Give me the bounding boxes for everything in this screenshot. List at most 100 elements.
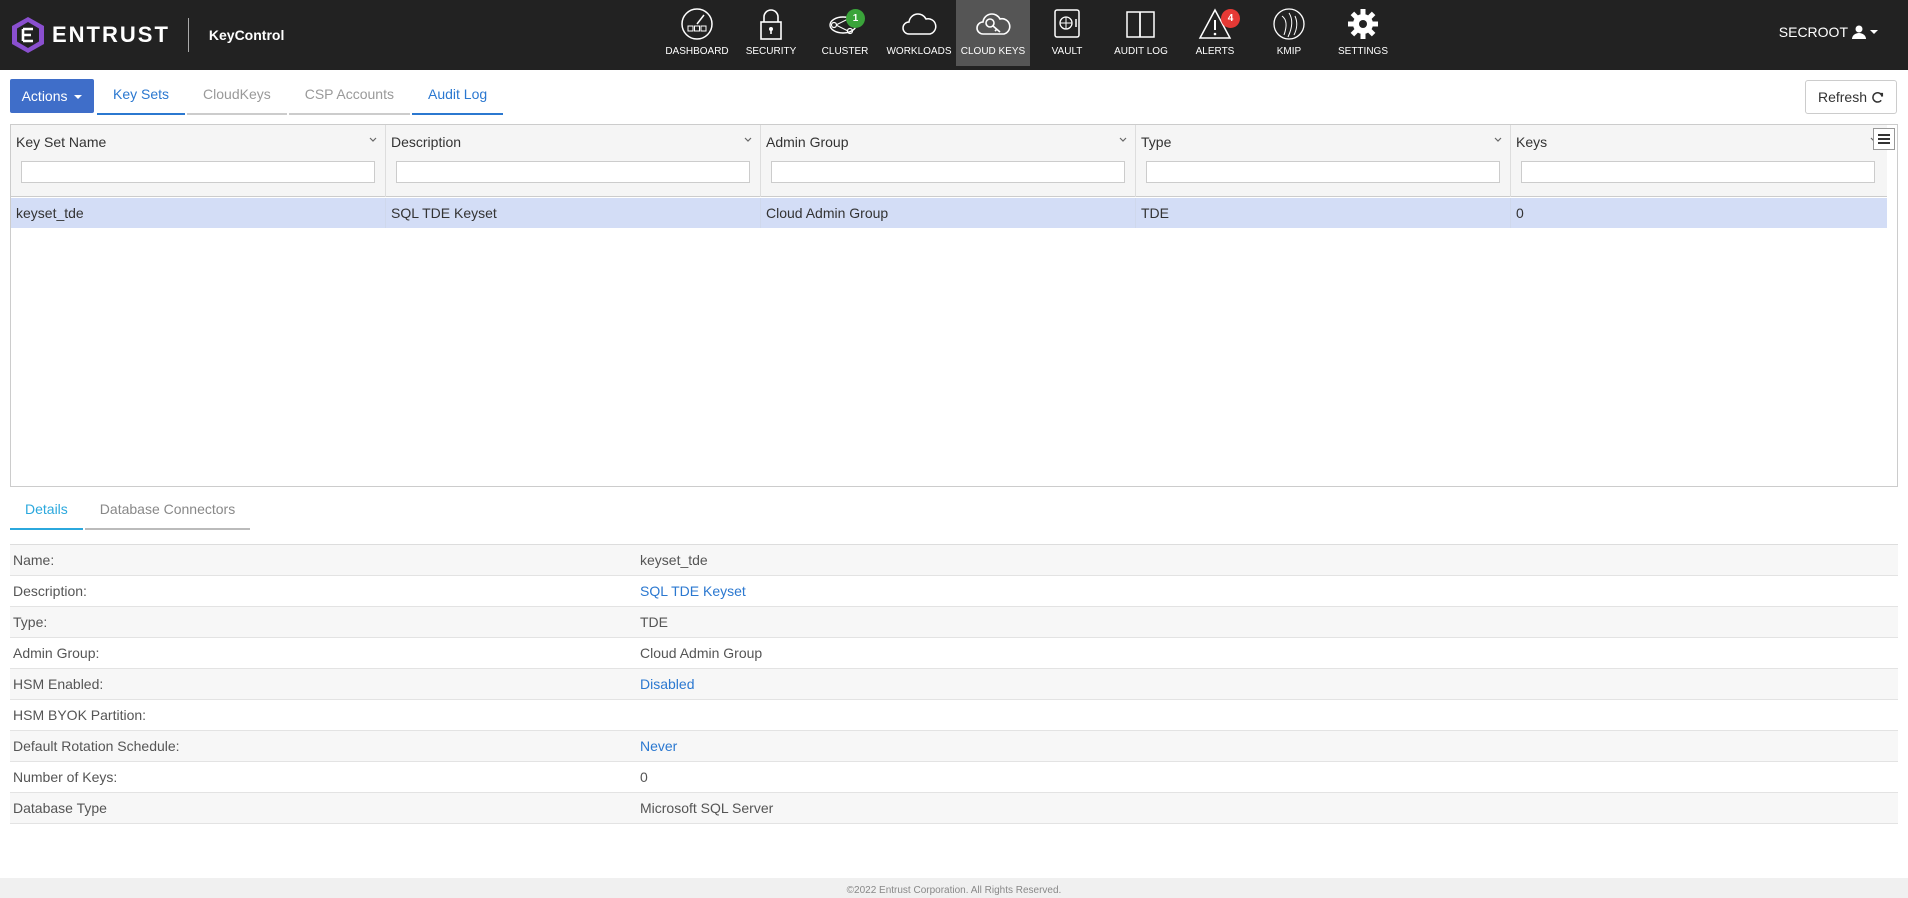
caret-down-icon (1870, 30, 1878, 34)
entrust-logo-icon (12, 17, 44, 53)
chevron-down-icon[interactable] (369, 136, 377, 144)
column-key-set-name[interactable]: Key Set Name (11, 125, 386, 197)
nav-label-security: SECURITY (745, 46, 797, 57)
filter-keys[interactable] (1521, 161, 1875, 183)
footer: ©2022 Entrust Corporation. All Rights Re… (0, 878, 1908, 898)
grid-header: Key Set Name Description Admin Group Typ… (11, 125, 1887, 197)
nav-security[interactable]: SECURITY (734, 0, 808, 66)
column-title: Key Set Name (16, 134, 107, 150)
hsm-enabled-link[interactable]: Disabled (640, 676, 694, 692)
chevron-down-icon[interactable] (1494, 136, 1502, 144)
cluster-badge: 1 (846, 9, 865, 28)
nav-cluster[interactable]: 1 CLUSTER (808, 0, 882, 66)
brand-name: ENTRUST (52, 22, 170, 47)
detail-value: TDE (640, 614, 668, 630)
table-cell: keyset_tde (11, 198, 386, 228)
detail-label: Name: (13, 552, 55, 568)
nav-settings[interactable]: SETTINGS (1326, 0, 1400, 66)
gear-icon (1348, 9, 1378, 39)
tab-details[interactable]: Details (10, 495, 83, 530)
tab-database-connectors[interactable]: Database Connectors (84, 495, 251, 530)
nav-workloads[interactable]: WORKLOADS (882, 0, 956, 66)
refresh-label: Refresh (1817, 89, 1868, 105)
chevron-down-icon[interactable] (1119, 136, 1127, 144)
grid-menu-icon[interactable] (1873, 128, 1895, 150)
detail-row-hsm-enabled: HSM Enabled: Disabled (10, 669, 1898, 700)
nav-label-dashboard: DASHBOARD (665, 46, 729, 57)
nav-kmip[interactable]: KMIP (1252, 0, 1326, 66)
detail-row-admin-group: Admin Group: Cloud Admin Group (10, 638, 1898, 669)
nav-cloud-keys[interactable]: CLOUD KEYS (956, 0, 1030, 66)
filter-type[interactable] (1146, 161, 1500, 183)
brand-divider (187, 18, 189, 52)
top-navigation-bar: ENTRUST KeyControl DASHBOARD SECURITY 1 … (0, 0, 1908, 70)
nav-audit-log[interactable]: AUDIT LOG (1104, 0, 1178, 66)
section-tabs: Key Sets CloudKeys CSP Accounts Audit Lo… (97, 78, 505, 115)
chevron-down-icon[interactable] (744, 136, 752, 144)
refresh-button[interactable]: Refresh (1805, 80, 1897, 114)
filter-admin-group[interactable] (771, 161, 1125, 183)
nav-label-workloads: WORKLOADS (886, 46, 952, 57)
detail-row-type: Type: TDE (10, 607, 1898, 638)
refresh-icon (1872, 91, 1884, 103)
tab-key-sets[interactable]: Key Sets (97, 78, 186, 115)
filter-key-set-name[interactable] (21, 161, 375, 183)
tab-audit-log[interactable]: Audit Log (411, 78, 504, 115)
detail-row-database-type: Database Type Microsoft SQL Server (10, 793, 1898, 824)
user-menu[interactable]: SECROOT (1779, 24, 1878, 40)
nav-label-settings: SETTINGS (1337, 46, 1388, 57)
detail-value: Microsoft SQL Server (640, 800, 774, 816)
description-link[interactable]: SQL TDE Keyset (640, 583, 746, 599)
column-title: Admin Group (766, 134, 849, 150)
detail-label: Admin Group: (13, 645, 100, 661)
detail-value: keyset_tde (640, 552, 708, 568)
lock-icon (760, 9, 782, 40)
cloud-icon (902, 13, 937, 35)
actions-button[interactable]: Actions (10, 79, 94, 113)
rotation-schedule-link[interactable]: Never (640, 738, 677, 754)
nav-dashboard[interactable]: DASHBOARD (660, 0, 734, 66)
nav-label-audit-log: AUDIT LOG (1114, 46, 1168, 57)
main-nav: DASHBOARD SECURITY 1 CLUSTER WORKLOADS C… (660, 0, 1400, 66)
detail-value: 0 (640, 769, 648, 785)
copyright-text: ©2022 Entrust Corporation. All Rights Re… (846, 885, 1062, 896)
cloud-key-icon (976, 13, 1011, 35)
nav-label-alerts: ALERTS (1195, 46, 1235, 57)
actions-label: Actions (21, 88, 68, 104)
nav-label-kmip: KMIP (1276, 46, 1302, 57)
detail-label: Type: (13, 614, 48, 630)
detail-label: Number of Keys: (13, 769, 118, 785)
nav-alerts[interactable]: 4 ALERTS (1178, 0, 1252, 66)
table-cell: SQL TDE Keyset (386, 198, 761, 228)
detail-value: Cloud Admin Group (640, 645, 763, 661)
table-row[interactable]: keyset_tde SQL TDE Keyset Cloud Admin Gr… (11, 198, 1887, 228)
nav-vault[interactable]: VAULT (1030, 0, 1104, 66)
table-cell: TDE (1136, 198, 1511, 228)
caret-down-icon (74, 95, 83, 100)
user-icon (1852, 25, 1866, 39)
table-cell: 0 (1516, 205, 1524, 221)
column-type[interactable]: Type (1136, 125, 1511, 197)
alerts-badge: 4 (1221, 9, 1240, 28)
nav-label-cluster: CLUSTER (821, 46, 869, 57)
column-keys[interactable]: Keys (1511, 125, 1886, 197)
details-list: Name: keyset_tde Description: SQL TDE Ke… (10, 545, 1898, 824)
user-name: SECROOT (1778, 24, 1848, 40)
detail-row-rotation-schedule: Default Rotation Schedule: Never (10, 731, 1898, 762)
column-admin-group[interactable]: Admin Group (761, 125, 1136, 197)
detail-label: Default Rotation Schedule: (13, 738, 180, 754)
tab-csp-accounts[interactable]: CSP Accounts (288, 78, 410, 115)
detail-tabs: Details Database Connectors (10, 495, 252, 530)
detail-label: Description: (13, 583, 87, 599)
detail-label: HSM BYOK Partition: (13, 707, 147, 723)
column-description[interactable]: Description (386, 125, 761, 197)
filter-description[interactable] (396, 161, 750, 183)
brand[interactable]: ENTRUST KeyControl (10, 16, 284, 54)
table-cell: Cloud Admin Group (761, 198, 1136, 228)
product-name: KeyControl (208, 27, 285, 43)
key-sets-grid: Key Set Name Description Admin Group Typ… (10, 124, 1898, 487)
column-title: Keys (1516, 134, 1548, 150)
tab-cloudkeys[interactable]: CloudKeys (187, 78, 287, 115)
detail-label: Database Type (13, 800, 107, 816)
column-title: Description (391, 134, 462, 150)
